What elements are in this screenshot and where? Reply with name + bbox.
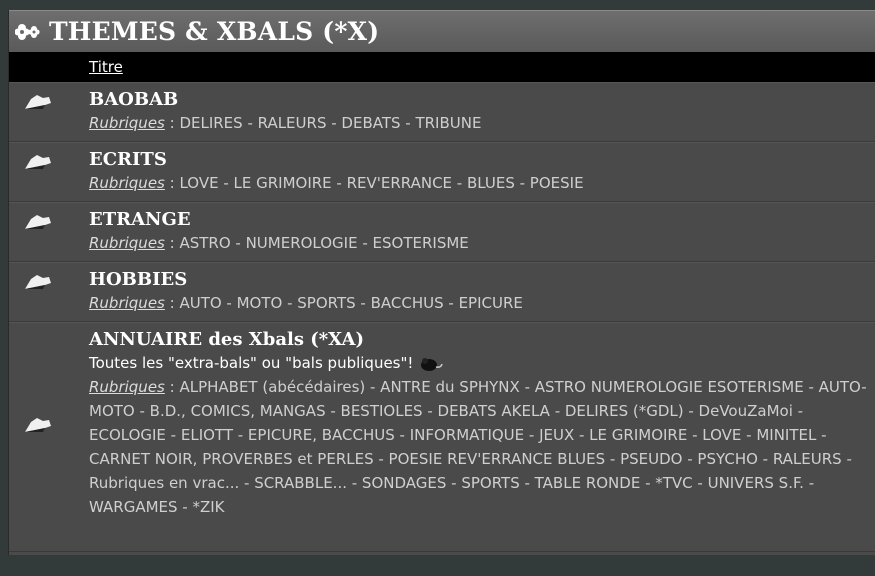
forum-title[interactable]: ECRITS [89, 149, 875, 171]
forum-subforums: Rubriques : ASTRO - NUMEROLOGIE - ESOTER… [89, 231, 875, 255]
category-title[interactable]: THEMES & XBALS (*X) [49, 17, 379, 46]
subforum-list[interactable]: : LOVE - LE GRIMOIRE - REV'ERRANCE - BLU… [165, 174, 584, 192]
column-header: Titre [9, 52, 875, 82]
rubriques-label: Rubriques [89, 174, 165, 192]
description-text: Toutes les "extra-bals" ou "bals publiqu… [89, 354, 414, 372]
forum-subforums: Rubriques : ALPHABET (abécédaires) - ANT… [89, 375, 868, 519]
forum-title[interactable]: ANNUAIRE des Xbals (*XA) [89, 329, 868, 351]
folder-icon [23, 153, 53, 173]
sort-by-title-link[interactable]: Titre [89, 58, 123, 76]
category-header: THEMES & XBALS (*X) [9, 10, 875, 52]
forum-subforums: Rubriques : LOVE - LE GRIMOIRE - REV'ERR… [89, 171, 875, 195]
forum-row-ecrits: ECRITS Rubriques : LOVE - LE GRIMOIRE - … [9, 142, 875, 202]
rubriques-label: Rubriques [89, 378, 165, 396]
rubriques-label: Rubriques [89, 294, 165, 312]
forum-row-baobab: BAOBAB Rubriques : DELIRES - RALEURS - D… [9, 82, 875, 142]
rubriques-label: Rubriques [89, 234, 165, 252]
forum-title[interactable]: ETRANGE [89, 209, 875, 231]
forum-subforums: Rubriques : AUTO - MOTO - SPORTS - BACCH… [89, 291, 875, 315]
forum-title[interactable]: BAOBAB [89, 89, 875, 111]
forum-subforums: Rubriques : DELIRES - RALEURS - DEBATS -… [89, 111, 875, 135]
folder-icon [23, 273, 53, 293]
forum-row-annuaire: ANNUAIRE des Xbals (*XA) Toutes les "ext… [9, 322, 875, 552]
folder-icon [23, 416, 53, 436]
mouse-icon [419, 355, 444, 371]
forum-title[interactable]: HOBBIES [89, 269, 875, 291]
rubriques-label: Rubriques [89, 114, 165, 132]
folder-icon [23, 213, 53, 233]
folder-icon [23, 93, 53, 113]
subforum-list[interactable]: : DELIRES - RALEURS - DEBATS - TRIBUNE [165, 114, 482, 132]
subforum-list[interactable]: : ASTRO - NUMEROLOGIE - ESOTERISME [165, 234, 469, 252]
forum-description: Toutes les "extra-bals" ou "bals publiqu… [89, 351, 868, 375]
forum-row-hobbies: HOBBIES Rubriques : AUTO - MOTO - SPORTS… [9, 262, 875, 322]
flower-icon [15, 20, 49, 44]
forum-category-panel: THEMES & XBALS (*X) Titre BAOBAB Rubriqu… [8, 10, 875, 555]
subforum-list[interactable]: : ALPHABET (abécédaires) - ANTRE du SPHY… [89, 378, 867, 516]
forum-row-etrange: ETRANGE Rubriques : ASTRO - NUMEROLOGIE … [9, 202, 875, 262]
subforum-list[interactable]: : AUTO - MOTO - SPORTS - BACCHUS - EPICU… [165, 294, 523, 312]
